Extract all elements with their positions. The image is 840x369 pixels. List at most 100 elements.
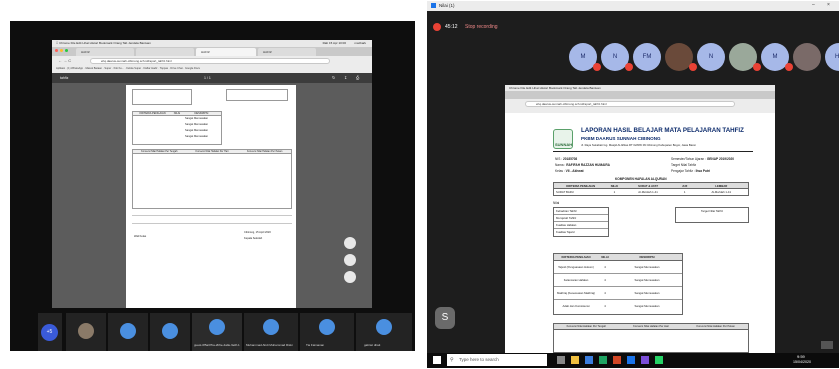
col-header: Konversi Nilai Hafalan Per Pekan [247,150,283,153]
bookmark-item[interactable]: Kelola Super [126,67,141,70]
more-options-icon[interactable] [821,341,833,349]
menu-people[interactable]: Orang [563,86,571,90]
participant-avatar-photo[interactable] [793,43,821,71]
bookmark-item[interactable]: Kilo Ke... [114,67,124,70]
task-view-icon[interactable] [557,356,565,364]
note-field: Muroja'ah Tahfiz [554,215,608,222]
address-bar[interactable]: ehq.daarus-sunnah-cibinong.sch.id/raport… [525,101,735,107]
menu-edit[interactable]: Edit [76,41,81,45]
bookmark-item[interactable]: Daftar Hadir [143,67,157,70]
present-icon[interactable]: S [435,307,455,329]
bookmark-item[interactable]: (1) WhatsApp [67,67,83,70]
windows-start-icon[interactable] [433,356,441,364]
rotate-icon[interactable]: ↻ [332,75,335,80]
participant-tile[interactable] [66,313,106,351]
section-title: KOMPONEN HAFALAN ALQURAN [615,177,667,181]
report-title: LAPORAN HASIL BELAJAR MATA PELAJARAN TAH… [581,127,744,134]
close-window-icon[interactable] [55,49,58,52]
avatar [209,319,225,335]
taskbar-search[interactable]: ⚲ Type here to search [447,354,547,366]
apple-icon[interactable]:  [56,41,58,45]
word-icon[interactable] [585,356,593,364]
table-row: Adab dan Konsistensi 4 Sangat Memuaskan [562,304,660,308]
download-icon[interactable]: ↧ [344,75,347,80]
menu-bookmarks[interactable]: Bookmark [549,86,563,90]
participant-avatar[interactable]: HF [825,43,839,71]
col-header: KRITERIA PENILAIAN [561,255,591,259]
minimize-window-icon[interactable] [60,49,63,52]
bookmark-item[interactable]: Super [104,67,111,70]
bookmark-item[interactable]: Toppas [160,67,168,70]
notes-box [132,89,192,105]
participant-avatar[interactable]: FM [633,43,661,71]
row-description: Sangat Memuaskan [185,135,209,138]
participant-tile[interactable]: guest-6f5a37ba-2b6e-4a0e-9e0f-1... [192,313,242,351]
participant-tile[interactable] [108,313,148,351]
browser-tab-active[interactable]: HAFIZ [196,48,256,56]
menu-edit[interactable]: Edit [526,86,531,90]
menu-file[interactable]: File [521,86,526,90]
whatsapp-icon[interactable] [655,356,663,364]
table-row: SURAT BARU 1 Al-Ma'idah 1-41 1 Al-Ma'ida… [556,190,732,194]
menu-view[interactable]: Lihat [82,41,89,45]
participant-avatar[interactable]: N [697,43,725,71]
powerpoint-icon[interactable] [613,356,621,364]
menu-bookmarks[interactable]: Bookmark [99,41,113,45]
header-rule [553,151,753,152]
footer-date: Cibinong, 15 April 2020 [244,231,271,234]
menu-view[interactable]: Lihat [532,86,539,90]
file-explorer-icon[interactable] [571,356,579,364]
bookmark-item[interactable]: Aplikasi [56,67,65,70]
participant-tile[interactable]: Tia Faimanan [300,313,354,351]
meeting-time: 45:12 [445,24,458,30]
composite-screenshot:  Chrome File Edit Lihat Histori Bookmar… [0,0,840,369]
col-header: Konversi Nilai Hafalan Per Tengah [566,325,607,328]
pdf-viewer[interactable]: KRITERIA PENILAIAN NILAI DESKRIPSI Sanga… [52,83,372,308]
footer-sign-label: Kepala Sekolah [244,237,263,240]
participant-overflow-tile[interactable]: +5 [38,313,62,351]
print-icon[interactable]: ⎙ [356,75,359,80]
participant-tile[interactable] [150,313,190,351]
table-row: Makhraj (Kesesuaian Makhraj) 4 Sangat Me… [554,287,682,300]
menu-tab[interactable]: Tab [572,86,577,90]
browser-tab[interactable]: HAFIZ [258,48,316,56]
minimize-icon[interactable]: – [812,2,815,8]
excel-icon[interactable] [599,356,607,364]
address-bar[interactable]: ehq.daarus-sunnah-cibinong.sch.id/raport… [90,58,330,64]
menu-help[interactable]: Bantuan [589,86,600,90]
menu-window[interactable]: Jendela [578,86,589,90]
target-box: Target Nilai Tahfiz [675,207,749,223]
browser-tab[interactable]: HAFIZ [76,48,134,56]
overflow-count: +5 [41,324,58,341]
logo-text: SUNNAH [555,142,573,147]
stop-recording-link[interactable]: Stop recording [465,24,498,30]
participant-tile[interactable]: gabriel dirait [356,313,412,351]
note-field: Kualitas Tajwid [556,230,575,234]
app-icon[interactable] [641,356,649,364]
info-target: Target Nilai Tahfiz [671,163,697,167]
muted-mic-icon [625,63,633,71]
bookmark-item[interactable]: Drive Chat [170,67,182,70]
menu-file[interactable]: File [71,41,76,45]
close-icon[interactable]: × [827,2,830,8]
nav-arrows-icon[interactable]: ← → C [58,58,71,63]
participant-tile[interactable]: Muhammad Abdi Muhammad Riski [244,313,298,351]
fit-page-button[interactable] [344,237,356,249]
menu-people[interactable]: Orang [113,41,121,45]
menu-tab[interactable]: Tab [123,41,128,45]
chrome-icon[interactable] [627,356,635,364]
menu-history[interactable]: Histori [90,41,99,45]
menu-help[interactable]: Bantuan [140,41,151,45]
bookmark-item[interactable]: Google Docs [185,67,200,70]
browser-tab[interactable] [136,48,194,56]
divider [132,223,292,224]
menu-history[interactable]: Histori [540,86,549,90]
menu-chrome[interactable]: Chrome [59,41,70,45]
menu-window[interactable]: Jendela [128,41,139,45]
bookmark-item[interactable]: Masuk Bataan [85,67,102,70]
zoom-out-button[interactable] [344,271,356,283]
zoom-in-button[interactable] [344,254,356,266]
info-nis: NIS : 20185708 [555,157,578,161]
maximize-window-icon[interactable] [65,49,68,52]
menu-chrome[interactable]: Chrome [509,86,520,90]
